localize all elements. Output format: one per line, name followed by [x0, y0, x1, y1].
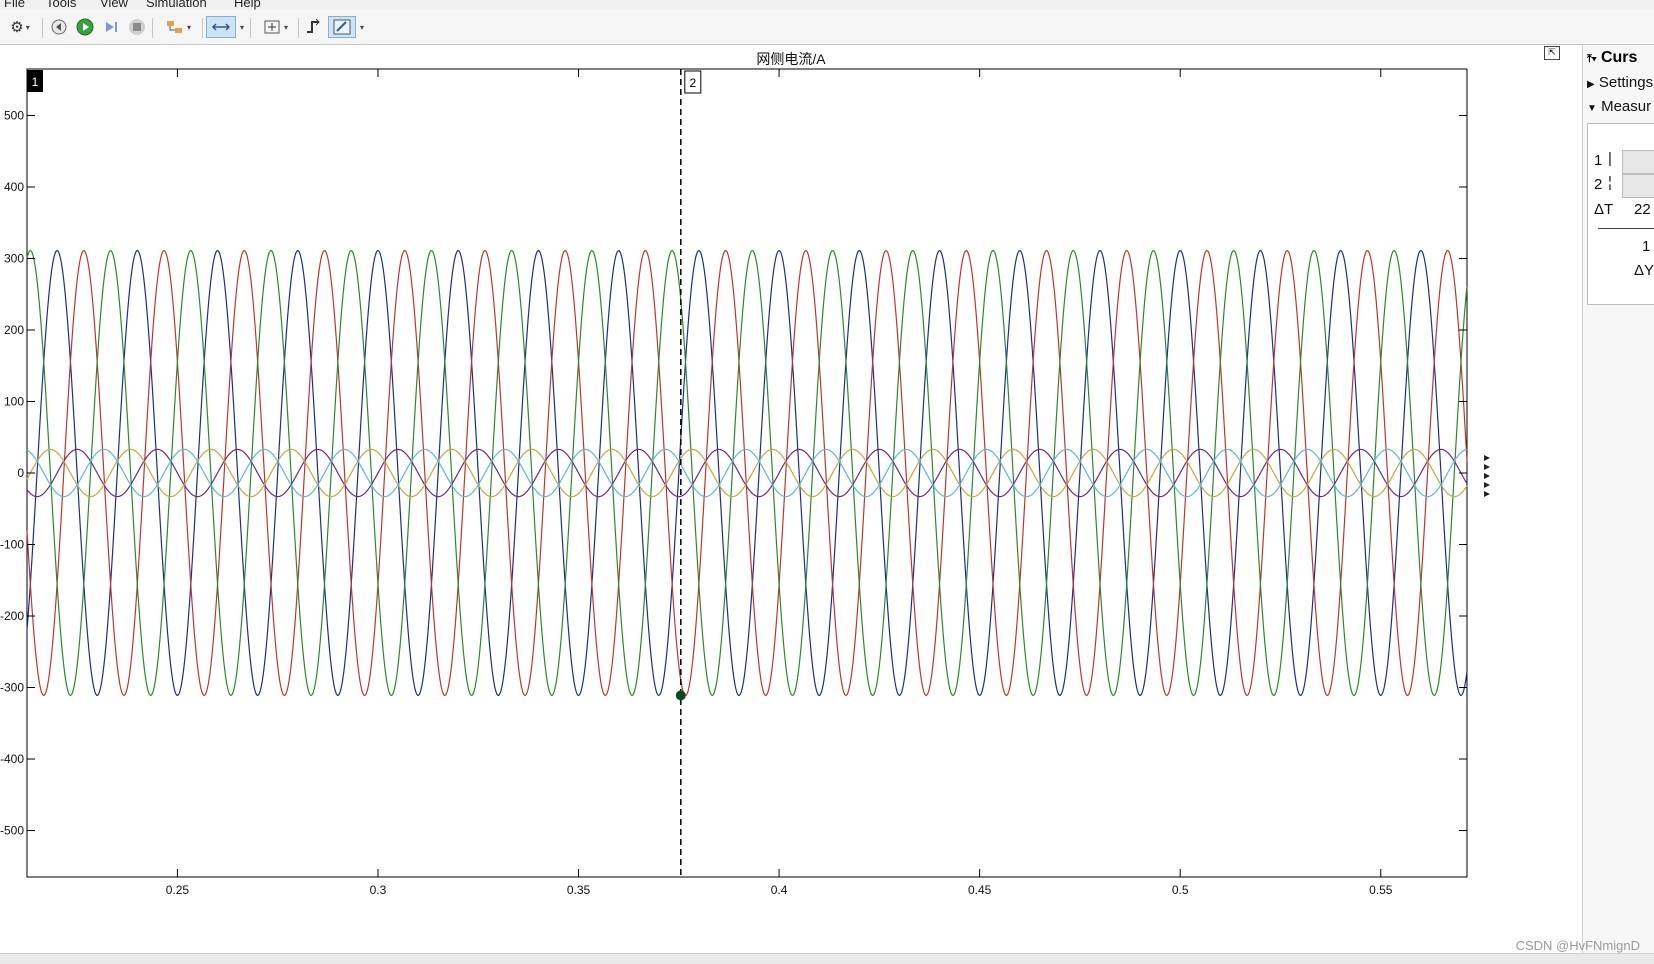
- settings-label: Settings: [1598, 74, 1654, 91]
- cursor2-label: 2: [689, 76, 696, 90]
- delta-y-label: ΔY: [1634, 262, 1654, 279]
- x-tick-label: 0.4: [771, 883, 788, 897]
- waveform-plot: 0.25 0.3 0.35 0.4 0.45 0.5 0.55 500 400 300 200 100…: [0, 68, 1490, 897]
- pin-icon[interactable]: ⤒▾: [1587, 53, 1596, 65]
- measurements-section[interactable]: ▼ Measur: [1587, 98, 1651, 115]
- y-tick-label: 300: [4, 251, 24, 265]
- delta-t-value: 22: [1634, 201, 1651, 218]
- x-tick-label: 0.55: [1369, 883, 1393, 897]
- watermark: CSDN @HvFNmignD: [1515, 938, 1640, 953]
- cursor2-marker: [675, 690, 686, 701]
- x-tick-label: 0.45: [968, 883, 992, 897]
- cursor2-line-icon: ¦: [1608, 174, 1612, 191]
- divider: [1598, 228, 1654, 229]
- collapsed-arrow-icon: ▶: [1587, 79, 1595, 90]
- y-tick-label: -400: [0, 752, 24, 766]
- scroll-arrow-icon: [1484, 482, 1490, 488]
- scroll-arrow-icon: [1484, 491, 1490, 497]
- x-tick-label: 0.35: [567, 883, 591, 897]
- y-tick-label: 200: [4, 323, 24, 337]
- expanded-arrow-icon: ▼: [1587, 103, 1597, 114]
- cursor1-line-icon: |: [1608, 150, 1612, 167]
- delta-t-label: ΔT: [1594, 201, 1614, 218]
- y-tick-label: -500: [0, 824, 24, 838]
- y-tick-label: -300: [0, 681, 24, 695]
- y-tick-label: 0: [17, 466, 24, 480]
- cursor1-label: 1: [32, 75, 39, 89]
- cursor1-row-label: 1: [1594, 152, 1603, 169]
- panel-title: ⤒▾ Curs: [1587, 49, 1637, 67]
- x-tick-label: 0.3: [370, 883, 387, 897]
- cursor-measurements-panel: ⤒▾ Curs ▶ Settings ▼ Measur 1 | 2 ¦ ΔT 2…: [1582, 45, 1654, 953]
- measurements-label: Measur: [1601, 98, 1652, 115]
- plot-area: [26, 68, 1468, 878]
- scroll-arrow-icon: [1484, 473, 1490, 479]
- y-tick-label: -200: [0, 609, 24, 623]
- cursor2-value-field[interactable]: [1622, 174, 1654, 198]
- scroll-arrow-icon: [1484, 455, 1490, 461]
- measurements-box: 1 | 2 ¦ ΔT 22 1 ΔY: [1587, 123, 1654, 305]
- scroll-arrow-icon: [1484, 464, 1490, 470]
- panel-title-text: Curs: [1600, 49, 1638, 66]
- settings-section[interactable]: ▶ Settings: [1587, 74, 1653, 91]
- y-tick-label: 100: [4, 394, 24, 408]
- y-tick-label: 500: [4, 108, 24, 122]
- status-bar: [0, 953, 1654, 964]
- cursor1-value-field[interactable]: [1622, 150, 1654, 174]
- cursor2-row-label: 2: [1594, 176, 1603, 193]
- x-tick-label: 0.5: [1172, 883, 1189, 897]
- x-tick-label: 0.25: [166, 883, 190, 897]
- lower-1-label: 1: [1642, 238, 1651, 255]
- y-tick-label: 400: [4, 180, 24, 194]
- y-tick-label: -100: [0, 538, 24, 552]
